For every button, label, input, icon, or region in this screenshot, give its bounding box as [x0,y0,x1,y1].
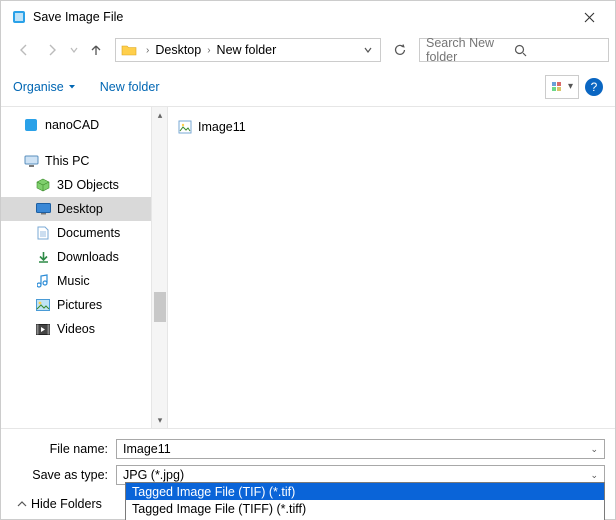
pc-icon [23,153,39,169]
chevron-right-icon: › [142,45,153,56]
chevron-right-icon: › [203,45,214,56]
folder-tree: nanoCAD This PC 3D Objects Desktop [1,107,151,428]
back-button[interactable] [11,37,37,63]
recent-dropdown[interactable] [67,37,81,63]
window-title: Save Image File [33,10,123,24]
pictures-icon [35,297,51,313]
tree-3dobjects[interactable]: 3D Objects [1,173,151,197]
search-input[interactable]: Search New folder [419,38,609,62]
search-placeholder: Search New folder [426,36,514,64]
file-name: Image11 [198,120,246,134]
file-list[interactable]: Image11 [167,107,615,428]
breadcrumb-dropdown[interactable] [360,46,376,54]
up-button[interactable] [83,37,109,63]
form-area: File name: Image11 ⌄ Save as type: JPG (… [1,428,615,519]
type-option[interactable]: Tagged Image File (TIF) (*.tif) [126,483,604,500]
tree-desktop[interactable]: Desktop [1,197,151,221]
view-options-button[interactable]: ▾ [545,75,579,99]
music-icon [35,273,51,289]
documents-icon [35,225,51,241]
app-icon [11,9,27,25]
file-item[interactable]: Image11 [178,117,605,137]
nav-row: › Desktop › New folder Search New folder [1,33,615,67]
chevron-down-icon[interactable]: ⌄ [590,444,598,455]
scroll-thumb[interactable] [154,292,166,322]
3dobjects-icon [35,177,51,193]
help-button[interactable]: ? [585,78,603,96]
downloads-icon [35,249,51,265]
breadcrumb-seg-desktop[interactable]: Desktop [153,43,203,57]
saveastype-label: Save as type: [11,468,116,482]
desktop-icon [35,201,51,217]
tree-pictures[interactable]: Pictures [1,293,151,317]
new-folder-button[interactable]: New folder [100,80,160,94]
search-icon [514,44,602,57]
close-button[interactable] [567,1,611,33]
chevron-up-icon [17,499,27,509]
tree-downloads[interactable]: Downloads [1,245,151,269]
titlebar: Save Image File [1,1,615,33]
videos-icon [35,321,51,337]
tree-documents[interactable]: Documents [1,221,151,245]
chevron-down-icon[interactable]: ⌄ [590,470,598,481]
saveastype-dropdown[interactable]: Tagged Image File (TIF) (*.tif) Tagged I… [125,482,605,520]
tree-videos[interactable]: Videos [1,317,151,341]
sidebar: nanoCAD This PC 3D Objects Desktop [1,107,167,428]
save-dialog: Save Image File › Desktop › New folder [0,0,616,520]
scroll-up-icon[interactable]: ▴ [152,107,168,123]
filename-input[interactable]: Image11 ⌄ [116,439,605,459]
breadcrumb-seg-newfolder[interactable]: New folder [215,43,279,57]
refresh-button[interactable] [387,37,413,63]
type-option[interactable]: Tagged Image File (TIFF) (*.tiff) [126,500,604,517]
tree-thispc[interactable]: This PC [1,149,151,173]
tree-music[interactable]: Music [1,269,151,293]
tree-nanocad[interactable]: nanoCAD [1,113,151,137]
toolbar: Organise New folder ▾ ? [1,67,615,107]
folder-icon [120,41,138,59]
filename-label: File name: [11,442,116,456]
scroll-down-icon[interactable]: ▾ [152,412,168,428]
forward-button[interactable] [39,37,65,63]
breadcrumb[interactable]: › Desktop › New folder [115,38,381,62]
image-file-icon [178,120,192,134]
body-area: nanoCAD This PC 3D Objects Desktop [1,107,615,428]
organise-menu[interactable]: Organise [13,80,76,94]
sidebar-scrollbar[interactable]: ▴ ▾ [151,107,167,428]
app-folder-icon [23,117,39,133]
